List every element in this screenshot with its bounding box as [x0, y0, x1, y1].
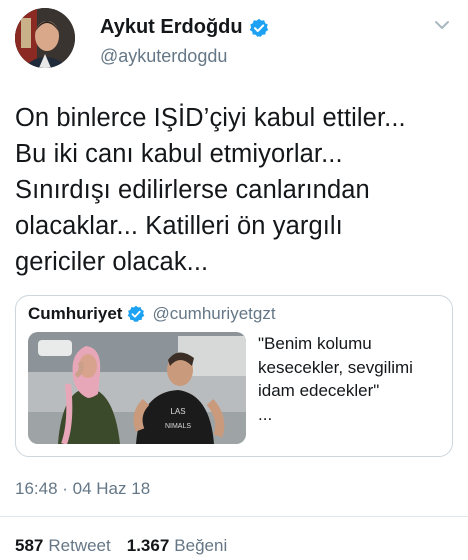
tweet-header: Aykut Erdoğdu @aykuterdogdu	[0, 0, 468, 90]
author-avatar[interactable]	[15, 8, 75, 68]
author-display-name[interactable]: Aykut Erdoğdu	[100, 16, 243, 39]
quoted-author-name: Cumhuriyet	[28, 304, 123, 323]
like-label[interactable]: Beğeni	[174, 536, 227, 556]
quoted-tweet-photo[interactable]: LAS NIMALS	[28, 332, 246, 444]
shirt-print-text-2: NIMALS	[165, 423, 191, 430]
quoted-author-handle: @cumhuriyetgzt	[152, 304, 276, 323]
retweet-label[interactable]: Retweet	[48, 536, 110, 556]
avatar-photo	[15, 8, 75, 68]
author-handle[interactable]: @aykuterdogdu	[100, 46, 227, 67]
quoted-tweet-text: "Benim kolumu kesecekler, sevgilimi idam…	[258, 334, 413, 424]
shirt-print-text: LAS	[170, 407, 185, 416]
tweet-timestamp[interactable]: 16:48 · 04 Haz 18	[15, 479, 150, 499]
like-count[interactable]: 1.367	[127, 536, 170, 556]
quoted-tweet-card[interactable]: Cumhuriyet @cumhuriyetgzt LAS NIMALS "Be…	[15, 295, 453, 457]
author-name-row: Aykut Erdoğdu	[100, 16, 269, 39]
retweet-count[interactable]: 587	[15, 536, 43, 556]
quoted-tweet-header: Cumhuriyet @cumhuriyetgzt	[28, 304, 276, 324]
divider	[0, 516, 468, 517]
tweet-stats: 587 Retweet 1.367 Beğeni	[15, 536, 243, 556]
verified-badge-icon	[249, 18, 269, 38]
tweet-text: On binlerce IŞİD’çiyi kabul ettiler... B…	[15, 104, 406, 276]
verified-badge-icon	[127, 305, 145, 323]
chevron-down-icon[interactable]	[432, 18, 452, 32]
